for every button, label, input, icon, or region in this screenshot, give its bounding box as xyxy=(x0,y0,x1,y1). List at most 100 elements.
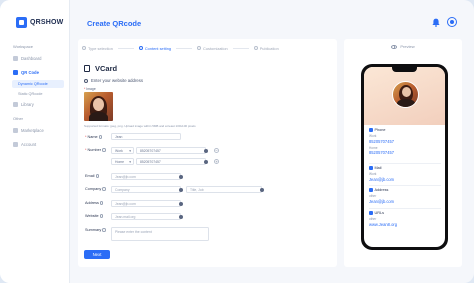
section-title: Mail xyxy=(374,166,382,170)
preview-title: Preview xyxy=(400,44,415,49)
address-input[interactable]: Jean@jb.com xyxy=(111,200,181,207)
section-title: Address xyxy=(374,188,389,192)
clear-icon[interactable] xyxy=(179,214,183,219)
preview-url-value[interactable]: www.Jean8.org xyxy=(369,222,441,227)
step-divider xyxy=(232,47,249,49)
summary-textarea[interactable]: Please enter the content xyxy=(111,227,209,241)
logo[interactable]: QRSHOW xyxy=(16,17,63,28)
select-value: Work xyxy=(115,148,123,153)
step-dot-icon xyxy=(253,46,258,50)
step-label: Customization xyxy=(203,45,228,51)
hint-text: Enter your website address xyxy=(91,78,144,83)
number-label: * Number xyxy=(85,148,106,152)
website-input[interactable]: Jean.mail.org xyxy=(111,213,181,220)
link-icon xyxy=(369,211,373,215)
email-input[interactable]: Jean@jb.com xyxy=(111,173,181,180)
next-button[interactable]: Next xyxy=(84,250,110,259)
number-type-select-work[interactable]: Work ▾ xyxy=(111,147,134,154)
clear-icon[interactable] xyxy=(179,187,183,192)
preview-phone-work[interactable]: 85205707457 xyxy=(369,139,441,144)
help-icon[interactable] xyxy=(98,135,103,139)
check-circle-icon xyxy=(84,78,88,83)
sidebar-item-library[interactable]: Library xyxy=(8,99,64,109)
summary-label: Summary xyxy=(85,228,106,232)
help-icon[interactable] xyxy=(102,148,106,152)
preview-phone-home[interactable]: 85205707457 xyxy=(369,150,441,155)
phone-icon xyxy=(369,128,373,132)
preview-header: Preview xyxy=(344,44,462,49)
job-title-input[interactable]: Title, Job xyxy=(186,186,262,193)
step-publication[interactable]: Publication xyxy=(253,46,279,51)
company-input[interactable]: Company xyxy=(111,186,181,193)
number-input-home[interactable]: 85205707457 xyxy=(136,158,206,165)
field-label: Summary xyxy=(85,228,102,232)
image-label: * Image xyxy=(84,87,96,91)
vcard-header: VCard xyxy=(84,64,117,73)
preview-mail-section: Mail Work Jean@jb.com xyxy=(369,166,441,182)
divider xyxy=(369,185,441,186)
sidebar-section-other: Other xyxy=(13,116,24,121)
step-divider xyxy=(117,47,134,49)
clear-icon[interactable] xyxy=(204,159,208,164)
vcard-avatar xyxy=(392,81,419,108)
step-divider xyxy=(176,47,193,49)
step-label: Content setting xyxy=(144,45,172,51)
address-label: Address xyxy=(85,201,104,205)
library-icon xyxy=(13,101,18,107)
step-dot-icon xyxy=(82,46,86,50)
field-label: Address xyxy=(85,201,99,205)
field-label: Website xyxy=(85,214,99,218)
divider xyxy=(369,208,441,209)
step-content-setting[interactable]: Content setting xyxy=(138,45,172,51)
sidebar-item-label: Dashboard xyxy=(21,55,42,61)
help-icon[interactable] xyxy=(102,187,106,191)
stepper: Type selection Content setting Customiza… xyxy=(82,43,334,53)
dashboard-icon xyxy=(13,55,18,61)
number-type-select-home[interactable]: Home ▾ xyxy=(111,158,134,165)
profile-image[interactable] xyxy=(84,92,113,121)
vcard-title: VCard xyxy=(95,64,118,73)
preview-phone-section: Phone Work 85205707457 Home 85205707457 xyxy=(369,128,441,155)
help-icon[interactable] xyxy=(99,214,104,218)
bell-icon[interactable] xyxy=(432,18,440,27)
user-avatar-icon[interactable] xyxy=(447,17,457,27)
preview-address-value[interactable]: Jean@jb.com xyxy=(369,199,441,204)
qr-code-icon xyxy=(13,69,18,75)
image-label-text: Image xyxy=(86,87,96,91)
sidebar-section-workspace: Workspace xyxy=(13,44,33,49)
clear-icon[interactable] xyxy=(260,187,264,192)
help-icon[interactable] xyxy=(99,201,104,205)
number-input-work[interactable]: 85205707457 xyxy=(136,147,206,154)
clear-icon[interactable] xyxy=(204,148,208,153)
select-value: Home xyxy=(115,159,125,164)
help-icon[interactable] xyxy=(102,228,106,232)
sidebar-item-account[interactable]: Account xyxy=(8,139,64,149)
preview-mail-value[interactable]: Jean@jb.com xyxy=(369,177,441,182)
name-input[interactable]: Jean xyxy=(111,133,181,140)
clear-icon[interactable] xyxy=(179,201,183,206)
add-number-button[interactable]: + xyxy=(214,159,219,164)
preview-label: other xyxy=(369,194,377,198)
preview-label: other xyxy=(369,217,377,221)
field-label: Company xyxy=(85,187,102,191)
phone-mockup: Phone Work 85205707457 Home 85205707457 … xyxy=(361,64,448,250)
email-label: Email xyxy=(85,174,99,178)
sidebar-item-dashboard[interactable]: Dashboard xyxy=(8,53,64,63)
help-icon[interactable] xyxy=(95,174,99,178)
section-title: URLs xyxy=(374,211,385,215)
phone-notch xyxy=(392,67,417,72)
sidebar-item-dynamic-qrcode[interactable]: Dynamic QRcode xyxy=(12,80,64,88)
step-label: Type selection xyxy=(88,45,113,51)
sidebar: QRSHOW Workspace Dashboard QR Code Dynam… xyxy=(0,0,70,283)
sidebar-item-qr-code[interactable]: QR Code xyxy=(8,67,64,77)
sidebar-item-label: Library xyxy=(21,101,34,107)
step-customization[interactable]: Customization xyxy=(197,46,228,51)
sidebar-item-marketplace[interactable]: Marketplace xyxy=(8,125,64,135)
preview-address-section: Address other Jean@jb.com xyxy=(369,188,441,204)
step-type-selection[interactable]: Type selection xyxy=(82,46,113,51)
clear-icon[interactable] xyxy=(179,174,183,179)
sidebar-item-static-qrcode[interactable]: Static QRcode xyxy=(18,92,42,96)
field-label: Number xyxy=(87,148,101,152)
eye-icon xyxy=(391,44,398,49)
remove-number-button[interactable]: − xyxy=(214,148,219,153)
